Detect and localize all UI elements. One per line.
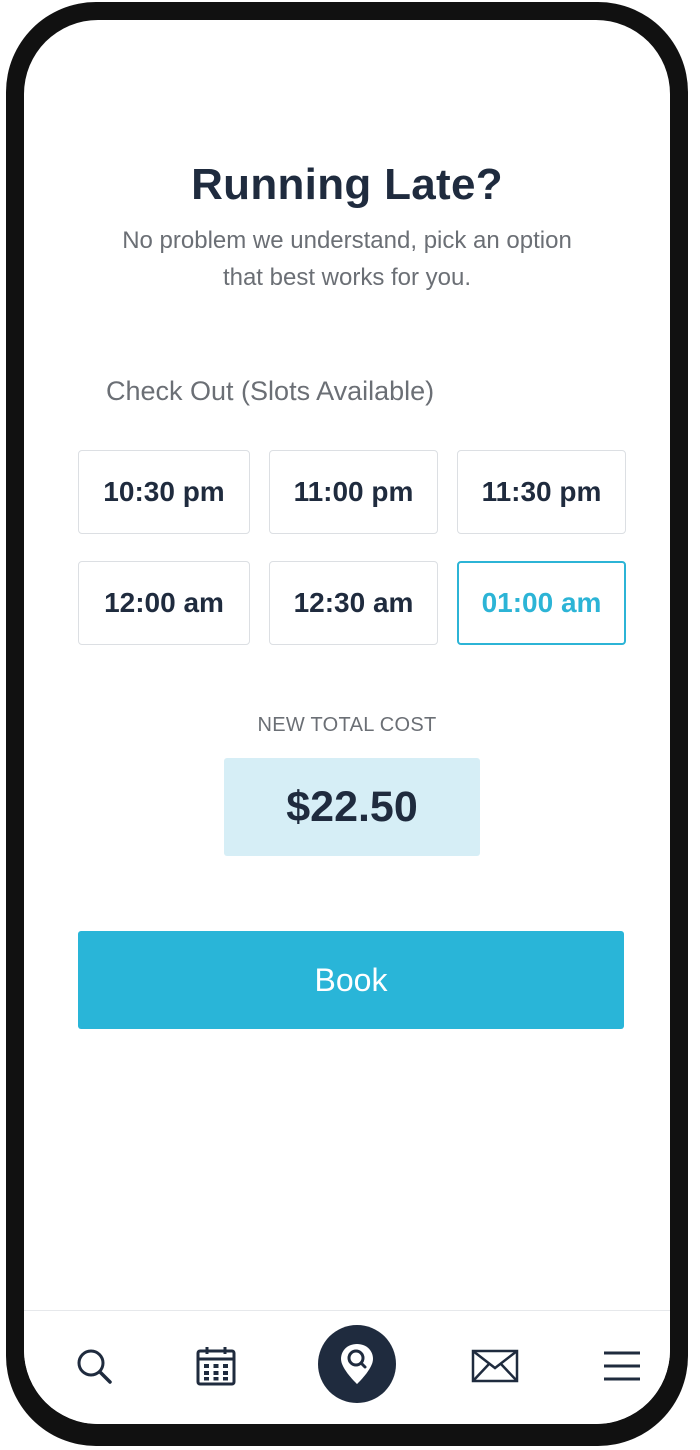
slot-option[interactable]: 11:00 pm <box>269 450 438 534</box>
nav-calendar[interactable] <box>190 1311 242 1421</box>
cost-value: $22.50 <box>224 758 480 856</box>
mail-icon <box>471 1349 519 1383</box>
bottom-nav <box>24 1310 670 1424</box>
phone-screen: Running Late? No problem we understand, … <box>24 20 670 1424</box>
cost-label: NEW TOTAL COST <box>257 714 437 736</box>
menu-icon <box>604 1351 640 1381</box>
nav-menu[interactable] <box>600 1311 644 1421</box>
page-subtitle: No problem we understand, pick an option… <box>122 227 572 291</box>
slot-option[interactable]: 10:30 pm <box>78 450 250 534</box>
phone-frame: Running Late? No problem we understand, … <box>6 2 688 1446</box>
slot-option[interactable]: 12:00 am <box>78 561 250 645</box>
slot-option[interactable]: 12:30 am <box>269 561 438 645</box>
slot-option-selected[interactable]: 01:00 am <box>457 561 626 645</box>
calendar-icon <box>196 1347 236 1386</box>
location-search-icon <box>341 1344 373 1384</box>
nav-mail[interactable] <box>470 1311 520 1421</box>
page-title: Running Late? <box>191 160 503 209</box>
nav-search[interactable] <box>68 1311 120 1421</box>
nav-location-search[interactable] <box>318 1325 396 1403</box>
slot-option[interactable]: 11:30 pm <box>457 450 626 534</box>
slots-label: Check Out (Slots Available) <box>106 376 435 406</box>
search-icon <box>77 1349 112 1384</box>
book-button[interactable]: Book <box>78 931 624 1029</box>
